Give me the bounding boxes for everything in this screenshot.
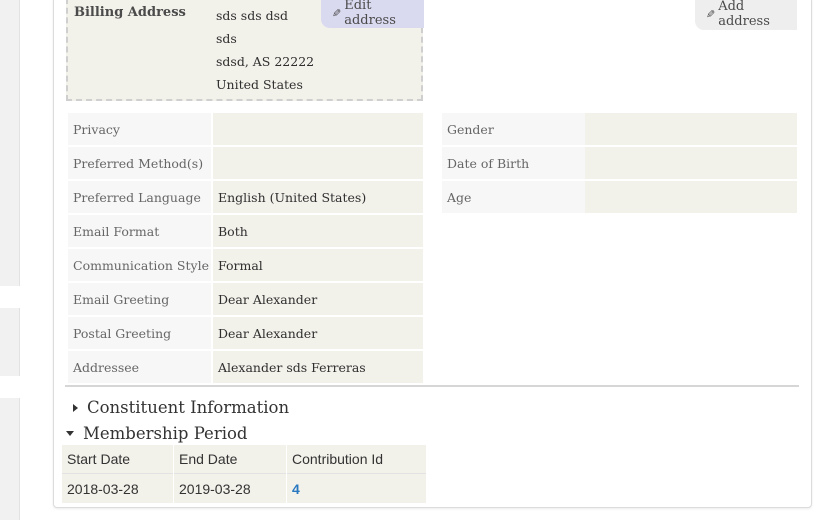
- field-label: Preferred Method(s): [68, 147, 211, 179]
- field-row-addressee: Addressee Alexander sds Ferreras: [68, 351, 423, 383]
- column-header: End Date: [173, 445, 287, 474]
- contribution-id-link[interactable]: 4: [292, 481, 300, 497]
- address-line: sdsd, AS 22222: [216, 54, 315, 69]
- column-header: Start Date: [62, 445, 174, 474]
- field-label: Privacy: [68, 113, 211, 145]
- address-line: United States: [216, 77, 303, 92]
- constituent-information-toggle[interactable]: Constituent Information: [73, 398, 289, 417]
- section-title: Membership Period: [83, 424, 248, 443]
- field-label: Addressee: [68, 351, 211, 383]
- table-header-row: Start Date End Date Contribution Id: [62, 445, 427, 474]
- billing-address-label: Billing Address: [74, 5, 186, 20]
- column-header: Contribution Id: [286, 445, 427, 474]
- triangle-right-icon: [73, 403, 78, 412]
- field-value: [585, 181, 797, 213]
- field-value: [213, 147, 423, 179]
- edit-address-button[interactable]: ✎ Edit address: [321, 0, 424, 28]
- table-row: 2018-03-28 2019-03-28 4: [62, 473, 427, 503]
- billing-address-lines: sds sds dsd sds sdsd, AS 22222 United St…: [216, 4, 314, 96]
- membership-table: Start Date End Date Contribution Id 2018…: [62, 445, 427, 503]
- address-line: sds sds dsd: [216, 8, 289, 23]
- address-line: sds: [216, 31, 237, 46]
- field-row-postal-greeting: Postal Greeting Dear Alexander: [68, 317, 423, 349]
- field-row-preferred-language: Preferred Language English (United State…: [68, 181, 423, 213]
- field-row-date-of-birth: Date of Birth: [442, 147, 797, 179]
- field-label: Gender: [442, 113, 585, 145]
- field-label: Email Format: [68, 215, 211, 247]
- field-label: Communication Style: [68, 249, 211, 281]
- communication-fields: Privacy Preferred Method(s) Preferred La…: [68, 113, 423, 385]
- field-label: Email Greeting: [68, 283, 211, 315]
- membership-period-toggle[interactable]: Membership Period: [66, 424, 247, 443]
- pencil-icon: ✎: [706, 7, 716, 21]
- field-label: Age: [442, 181, 585, 213]
- add-address-label: Add address: [718, 0, 770, 29]
- left-gutter-strip: [0, 308, 20, 376]
- field-row-email-format: Email Format Both: [68, 215, 423, 247]
- field-value: Formal: [213, 249, 423, 281]
- section-title: Constituent Information: [87, 398, 290, 417]
- left-gutter-strip: [0, 0, 20, 286]
- add-address-button[interactable]: ✎ Add address: [695, 0, 797, 30]
- pencil-icon: ✎: [332, 6, 342, 20]
- start-date-cell: 2018-03-28: [62, 473, 174, 503]
- field-row-privacy: Privacy: [68, 113, 423, 145]
- field-row-communication-style: Communication Style Formal: [68, 249, 423, 281]
- contribution-id-cell: 4: [286, 473, 427, 503]
- field-value: [585, 147, 797, 179]
- field-row-email-greeting: Email Greeting Dear Alexander: [68, 283, 423, 315]
- field-value: [585, 113, 797, 145]
- triangle-down-icon: [66, 431, 74, 436]
- end-date-cell: 2019-03-28: [173, 473, 287, 503]
- field-value: Dear Alexander: [213, 283, 423, 315]
- field-value: Dear Alexander: [213, 317, 423, 349]
- field-value: [213, 113, 423, 145]
- field-value: Alexander sds Ferreras: [213, 351, 423, 383]
- field-row-gender: Gender: [442, 113, 797, 145]
- field-label: Date of Birth: [442, 147, 585, 179]
- field-row-preferred-methods: Preferred Method(s): [68, 147, 423, 179]
- field-label: Preferred Language: [68, 181, 211, 213]
- field-value: Both: [213, 215, 423, 247]
- demographic-fields: Gender Date of Birth Age: [442, 113, 797, 215]
- field-row-age: Age: [442, 181, 797, 213]
- section-divider: [65, 385, 799, 387]
- edit-address-label: Edit address: [344, 0, 396, 28]
- left-gutter-strip: [0, 398, 20, 520]
- field-value: English (United States): [213, 181, 423, 213]
- field-label: Postal Greeting: [68, 317, 211, 349]
